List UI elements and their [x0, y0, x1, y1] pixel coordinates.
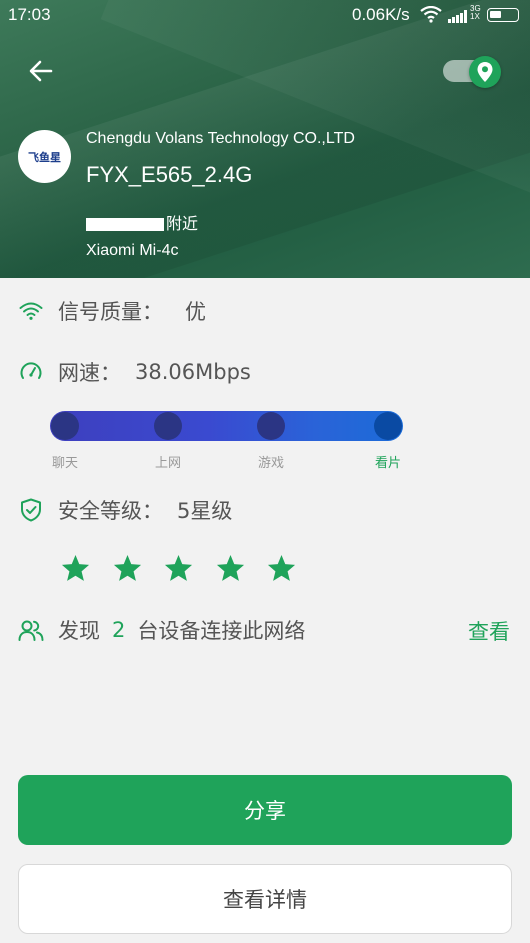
wifi-signal-icon [18, 298, 44, 324]
signal-quality-row: 信号质量： 优 [18, 296, 206, 326]
toggle-knob [469, 56, 501, 88]
location-pin-icon [477, 62, 493, 82]
network-ssid: FYX_E565_2.4G [86, 162, 253, 187]
network-location: 附近 [86, 210, 198, 234]
battery-icon [487, 8, 519, 22]
location-toggle[interactable] [443, 56, 501, 88]
devices-prefix: 发现 [58, 619, 100, 643]
speed-level-dot [374, 412, 402, 440]
devices-suffix: 台设备连接此网络 [137, 619, 306, 643]
users-icon [18, 617, 44, 643]
arrow-left-icon [29, 60, 53, 82]
star-icon [61, 554, 90, 581]
wifi-status-icon [420, 5, 442, 28]
star-icon [216, 554, 244, 581]
speed-bar-track [50, 411, 403, 441]
view-devices-link[interactable]: 查看 [468, 616, 510, 646]
star-icon [164, 554, 193, 581]
network-type-bottom: 1X [470, 12, 480, 21]
shield-check-icon [18, 497, 44, 523]
status-bar: 17:03 0.06K/s 3G 1X [0, 0, 530, 30]
status-net-speed: 0.06K/s [352, 5, 410, 24]
security-level-label: 安全等级： [58, 499, 163, 523]
connected-devices-row: 发现 2 台设备连接此网络 [18, 615, 305, 645]
security-stars [60, 553, 318, 584]
speed-value: 38.06Mbps [135, 360, 251, 384]
back-button[interactable] [26, 56, 56, 86]
view-details-button[interactable]: 查看详情 [18, 864, 512, 934]
header: 17:03 0.06K/s 3G 1X 飞鱼星 Chengdu Volans T… [0, 0, 530, 278]
location-suffix: 附近 [166, 214, 199, 233]
speed-level-label-active: 看片 [374, 456, 401, 471]
share-button[interactable]: 分享 [18, 775, 512, 845]
speed-level-label: 游戏 [257, 456, 284, 471]
cell-signal-icon [448, 8, 468, 28]
security-level-value: 5星级 [177, 499, 233, 523]
speed-level-dot [51, 412, 79, 440]
signal-quality-label: 信号质量： [58, 300, 163, 324]
speedometer-icon [18, 359, 44, 385]
star-icon [113, 554, 141, 581]
device-model: Xiaomi Mi-4c [86, 242, 179, 259]
speed-row: 网速： 38.06Mbps [18, 357, 251, 387]
status-time: 17:03 [8, 5, 51, 24]
speed-level-bar [50, 411, 403, 441]
logo-text: 飞鱼星 [28, 151, 61, 164]
speed-level-label: 上网 [154, 456, 181, 471]
network-type: 3G 1X [470, 5, 481, 21]
speed-level-dot [257, 412, 285, 440]
redacted-location [86, 218, 164, 231]
company-name: Chengdu Volans Technology CO.,LTD [86, 130, 355, 147]
speed-level-label: 聊天 [51, 456, 78, 471]
security-level-row: 安全等级： 5星级 [18, 495, 232, 525]
speed-level-dot [154, 412, 182, 440]
company-logo: 飞鱼星 [18, 130, 71, 183]
signal-quality-value: 优 [185, 300, 206, 324]
speed-label: 网速： [58, 361, 121, 385]
devices-count: 2 [112, 618, 126, 642]
star-icon [267, 554, 296, 581]
